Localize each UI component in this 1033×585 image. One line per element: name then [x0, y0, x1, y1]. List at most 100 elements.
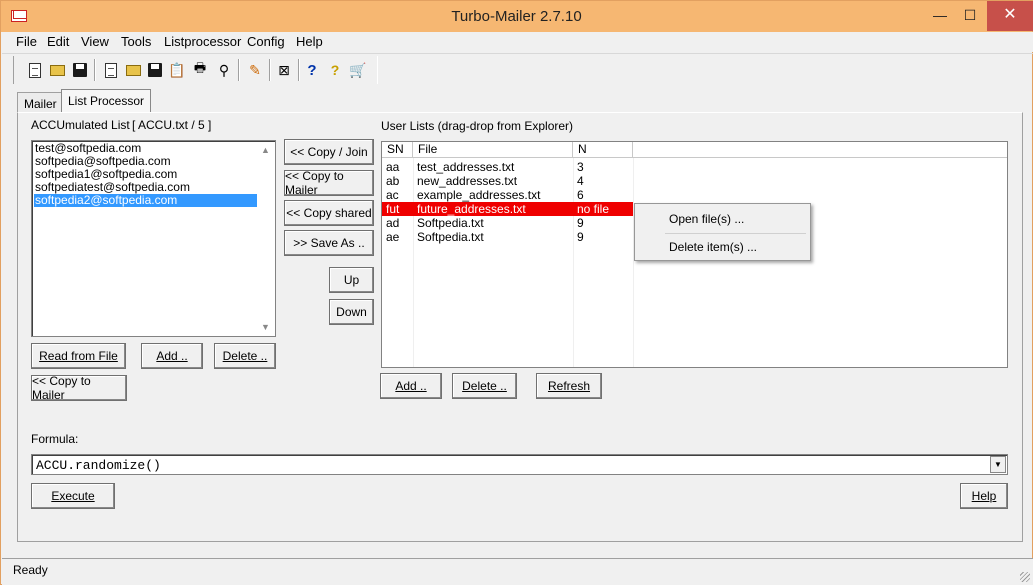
- print-icon[interactable]: 🖶: [190, 60, 210, 80]
- status-bar: Ready: [2, 558, 1033, 585]
- help-button[interactable]: Help: [960, 483, 1008, 509]
- help-icon[interactable]: ?: [302, 60, 322, 80]
- cell-n: 6: [577, 188, 584, 202]
- accu-copy-to-mailer-button[interactable]: << Copy to Mailer: [31, 374, 127, 402]
- cell-file: Softpedia.txt: [417, 216, 484, 230]
- minimize-button[interactable]: —: [926, 1, 954, 31]
- cell-file: new_addresses.txt: [417, 174, 518, 188]
- cell-n: 3: [577, 160, 584, 174]
- context-delete-items[interactable]: Delete item(s) ...: [669, 240, 757, 254]
- tab-strip: Mailer List Processor: [13, 89, 1023, 113]
- accu-listbox[interactable]: test@softpedia.com softpedia@softpedia.c…: [31, 140, 276, 337]
- accu-delete-label: Delete ..: [222, 349, 268, 363]
- list-item-selected[interactable]: softpedia2@softpedia.com: [34, 194, 259, 207]
- clipboard-icon[interactable]: 📋: [167, 60, 187, 80]
- user-list-delete-label: Delete ..: [462, 379, 507, 393]
- tab-mailer[interactable]: Mailer: [17, 92, 64, 112]
- save-as-button[interactable]: >> Save As ..: [284, 230, 374, 256]
- table-row[interactable]: ab new_addresses.txt 4: [382, 174, 1007, 188]
- cell-file: test_addresses.txt: [417, 160, 515, 174]
- stop-icon[interactable]: ⊠: [274, 60, 294, 80]
- cell-sn: ad: [386, 216, 400, 230]
- edit-icon[interactable]: ✎: [245, 60, 265, 80]
- toolbar-separator: [238, 59, 240, 81]
- new-document-icon[interactable]: [25, 60, 45, 80]
- cell-file: future_addresses.txt: [413, 202, 573, 216]
- cell-file: example_addresses.txt: [417, 188, 541, 202]
- toolbar: 📋 🖶 ⚲ ✎ ⊠ ? ? 🛒: [13, 56, 378, 84]
- menu-listprocessor[interactable]: Listprocessor: [164, 34, 241, 49]
- user-lists-title: User Lists (drag-drop from Explorer): [381, 119, 574, 133]
- copy-join-button[interactable]: << Copy / Join: [284, 139, 374, 165]
- execute-label: Execute: [51, 489, 95, 503]
- cell-sn: aa: [386, 160, 400, 174]
- accu-list-info: [ ACCU.txt / 5 ]: [132, 118, 212, 132]
- refresh-label: Refresh: [547, 379, 591, 393]
- copy-join-label: << Copy / Join: [290, 145, 368, 159]
- save-disk-icon[interactable]: [70, 60, 90, 80]
- cell-file: Softpedia.txt: [417, 230, 484, 244]
- save-list-icon[interactable]: [145, 60, 165, 80]
- context-open-files[interactable]: Open file(s) ...: [669, 212, 744, 226]
- accu-add-button[interactable]: Add ..: [141, 343, 203, 369]
- open-folder-icon[interactable]: [47, 60, 67, 80]
- cell-sn: ae: [386, 230, 400, 244]
- formula-label: Formula:: [31, 432, 79, 446]
- execute-button[interactable]: Execute: [31, 483, 115, 509]
- toolbar-separator: [298, 59, 300, 81]
- up-button[interactable]: Up: [329, 267, 374, 293]
- title-bar[interactable]: Turbo-Mailer 2.7.10 — ☐ ✕: [1, 1, 1033, 32]
- column-header-file[interactable]: File: [413, 142, 573, 158]
- user-list-add-button[interactable]: Add ..: [380, 373, 442, 399]
- user-list-delete-button[interactable]: Delete ..: [452, 373, 517, 399]
- menu-view[interactable]: View: [81, 34, 109, 49]
- read-from-file-button[interactable]: Read from File: [31, 343, 126, 369]
- table-header: SN File N: [382, 142, 1007, 158]
- down-button[interactable]: Down: [329, 299, 374, 325]
- accu-scrollbar[interactable]: ▲ ▼: [257, 142, 274, 335]
- scroll-down-icon[interactable]: ▼: [261, 322, 270, 332]
- copy-shared-button[interactable]: << Copy shared: [284, 200, 374, 226]
- column-header-n[interactable]: N: [573, 142, 633, 158]
- info-icon[interactable]: ?: [325, 60, 345, 80]
- context-menu: Open file(s) ... Delete item(s) ...: [634, 203, 811, 261]
- chevron-down-icon[interactable]: ▼: [990, 456, 1006, 473]
- refresh-button[interactable]: Refresh: [536, 373, 602, 399]
- cell-n: no file: [573, 202, 633, 216]
- formula-input[interactable]: ACCU.randomize(): [36, 458, 161, 473]
- accu-list-title: ACCUmulated List: [31, 118, 130, 132]
- scroll-up-icon[interactable]: ▲: [261, 145, 270, 155]
- window-title: Turbo-Mailer 2.7.10: [451, 8, 582, 25]
- formula-combobox[interactable]: ACCU.randomize() ▼: [31, 454, 1008, 475]
- toolbar-separator: [269, 59, 271, 81]
- menu-edit[interactable]: Edit: [47, 34, 69, 49]
- context-menu-separator: [665, 233, 806, 234]
- table-row[interactable]: ac example_addresses.txt 6: [382, 188, 1007, 202]
- cell-sn: ab: [386, 174, 400, 188]
- resize-grip-icon[interactable]: [1020, 572, 1030, 582]
- copy-to-mailer-label: << Copy to Mailer: [285, 169, 344, 197]
- copy-to-mailer-button[interactable]: << Copy to Mailer: [284, 169, 374, 197]
- menu-tools[interactable]: Tools: [121, 34, 151, 49]
- cart-icon[interactable]: 🛒: [348, 60, 368, 80]
- cell-n: 4: [577, 174, 584, 188]
- up-label: Up: [343, 273, 360, 287]
- accu-copy-to-mailer-label: << Copy to Mailer: [32, 374, 91, 402]
- status-text: Ready: [13, 563, 48, 577]
- menu-help[interactable]: Help: [296, 34, 323, 49]
- cell-sn: fut: [382, 202, 413, 216]
- maximize-button[interactable]: ☐: [956, 1, 984, 31]
- find-icon[interactable]: ⚲: [214, 60, 234, 80]
- menu-file[interactable]: File: [16, 34, 37, 49]
- accu-delete-button[interactable]: Delete ..: [214, 343, 276, 369]
- copy-shared-label: << Copy shared: [286, 206, 372, 220]
- menu-config[interactable]: Config: [247, 34, 285, 49]
- cell-n: 9: [577, 216, 584, 230]
- toolbar-separator: [94, 59, 96, 81]
- close-button[interactable]: ✕: [987, 1, 1033, 31]
- open-list-icon[interactable]: [123, 60, 143, 80]
- new-list-icon[interactable]: [101, 60, 121, 80]
- tab-list-processor[interactable]: List Processor: [61, 89, 152, 113]
- table-row[interactable]: aa test_addresses.txt 3: [382, 160, 1007, 174]
- column-header-sn[interactable]: SN: [382, 142, 413, 158]
